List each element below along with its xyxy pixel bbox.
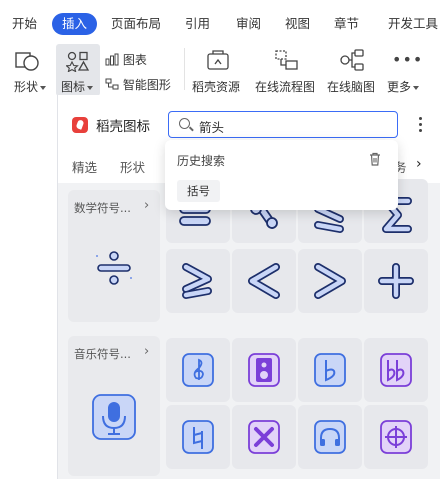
smart-shape-icon xyxy=(105,78,119,90)
icons-glyph-icon xyxy=(65,50,90,75)
flat-icon xyxy=(314,353,346,387)
category-card-math[interactable]: 数学符号... › xyxy=(68,190,160,322)
pane-menu-icon[interactable] xyxy=(413,114,427,134)
icon-grid: 数学符号... › 音乐符号... › xyxy=(58,179,440,479)
natural-icon xyxy=(182,420,214,454)
pane-title: 稻壳图标 xyxy=(96,119,150,135)
category-tab-featured[interactable]: 精选 xyxy=(72,157,97,176)
online-mindmap-button[interactable]: 在线脑图 xyxy=(327,78,375,95)
search-icon xyxy=(179,118,190,129)
chevron-right-icon: › xyxy=(144,344,150,359)
tab-insert[interactable]: 插入 xyxy=(52,13,98,35)
search-history-item[interactable]: 括号 xyxy=(177,180,220,202)
toolbar-divider xyxy=(184,48,185,90)
category-card-music[interactable]: 音乐符号... › xyxy=(68,336,160,476)
icon-search-input[interactable]: 箭头 xyxy=(168,111,398,138)
online-flowchart-button[interactable]: 在线流程图 xyxy=(255,78,315,95)
icons-button[interactable]: 图标 xyxy=(61,78,94,95)
shape-icon xyxy=(14,50,40,75)
search-history-popup: 历史搜索 括号 xyxy=(165,140,398,210)
microphone-icon xyxy=(92,394,136,440)
icon-cell-natural[interactable] xyxy=(166,405,230,469)
tab-view[interactable]: 视图 xyxy=(285,13,310,35)
shape-button[interactable]: 形状 xyxy=(14,78,47,95)
more-dots-icon: ••• xyxy=(392,50,424,69)
flowchart-icon xyxy=(273,48,301,75)
tab-review[interactable]: 审阅 xyxy=(236,13,261,35)
less-than-icon xyxy=(248,263,280,299)
category-tab-shapes[interactable]: 形状 xyxy=(120,157,145,176)
target-icon xyxy=(380,420,412,454)
icon-cell-plus[interactable] xyxy=(364,249,428,313)
category-card-title: 音乐符号... xyxy=(74,347,131,361)
icon-cell-double-sharp[interactable] xyxy=(232,405,296,469)
daoke-resources-button[interactable]: 稻壳资源 xyxy=(192,78,240,95)
more-button[interactable]: 更多 xyxy=(387,78,420,95)
smart-shape-button[interactable]: 智能图形 xyxy=(105,76,171,93)
icon-cell-greater-than[interactable] xyxy=(298,249,362,313)
icon-cell-less-than[interactable] xyxy=(232,249,296,313)
icon-cell-headphones[interactable] xyxy=(298,405,362,469)
greater-equal-icon xyxy=(182,263,212,299)
tab-references[interactable]: 引用 xyxy=(185,13,210,35)
tab-start[interactable]: 开始 xyxy=(12,13,37,35)
chevron-right-icon: › xyxy=(144,198,150,213)
search-input-value: 箭头 xyxy=(199,120,225,135)
search-history-title: 历史搜索 xyxy=(177,154,226,168)
icon-cell-double-flat[interactable] xyxy=(364,338,428,402)
icon-cell-greater-equal[interactable] xyxy=(166,249,230,313)
double-sharp-icon xyxy=(248,420,280,454)
double-flat-icon xyxy=(380,353,412,387)
icon-cell-speaker[interactable] xyxy=(232,338,296,402)
trash-icon[interactable] xyxy=(369,151,381,166)
tab-section[interactable]: 章节 xyxy=(334,13,359,35)
icon-cell-treble-clef[interactable] xyxy=(166,338,230,402)
icon-cell-flat[interactable] xyxy=(298,338,362,402)
document-area[interactable] xyxy=(0,95,57,479)
chart-button[interactable]: 图表 xyxy=(105,51,147,68)
chart-icon xyxy=(105,53,119,66)
plus-icon xyxy=(378,263,414,299)
ribbon-tab-bar: 开始 插入 页面布局 引用 审阅 视图 章节 开发工具 xyxy=(0,0,440,40)
treble-clef-icon xyxy=(182,353,214,387)
category-card-title: 数学符号... xyxy=(74,201,131,215)
tab-page-layout[interactable]: 页面布局 xyxy=(111,13,161,35)
headphones-icon xyxy=(314,420,346,454)
daoke-logo-icon xyxy=(72,117,88,133)
chevron-right-icon[interactable]: › xyxy=(416,156,422,172)
mindmap-icon xyxy=(338,48,366,75)
speaker-icon xyxy=(248,353,280,387)
divide-icon xyxy=(96,251,132,285)
greater-than-icon xyxy=(314,263,346,299)
tab-developer[interactable]: 开发工具 xyxy=(388,13,438,35)
icon-cell-target[interactable] xyxy=(364,405,428,469)
daoke-resources-icon xyxy=(205,48,231,75)
